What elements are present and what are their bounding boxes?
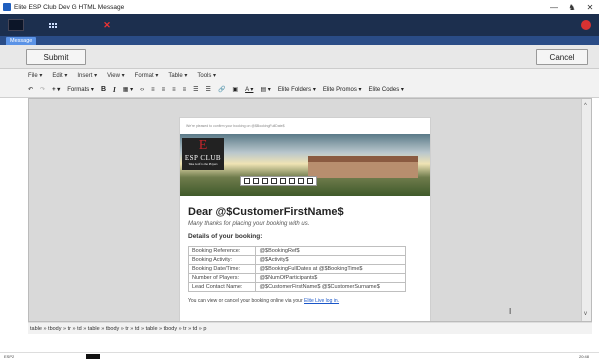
elite-folders-dropdown[interactable]: Elite Folders ▾ (278, 84, 316, 96)
footer-line[interactable]: You can view or cancel your booking onli… (188, 298, 422, 304)
table-row: Booking Date/Time: @$BookingFullDates at … (187, 264, 406, 274)
title-bar: Elite ESP Club Dev G HTML Message — ♞ ✕ (0, 0, 599, 14)
table-row: Lead Contact Name: @$CustomerFirstName$ @… (187, 282, 406, 292)
table-row: Number of Players: @$NumOfParticipants$ (187, 273, 406, 283)
table-row: Booking Activity: @$Activity$ (187, 255, 406, 265)
booking-value[interactable]: @$CustomerFirstName$ @$CustomerSurname$ (255, 282, 406, 292)
close-red-icon[interactable]: ✕ (100, 19, 114, 31)
insert-plus-icon[interactable]: + ▾ (52, 84, 60, 96)
booking-value[interactable]: @$BookingRef$ (255, 246, 406, 256)
image-align-left-icon[interactable] (244, 178, 250, 184)
menu-insert[interactable]: Insert ▾ (77, 72, 97, 79)
align-left-icon[interactable]: ≡ (151, 84, 155, 96)
badge-icon[interactable] (581, 20, 591, 30)
email-document: We're pleased to confirm your booking on… (179, 117, 431, 321)
taskbar: ESP2 20:48 (0, 352, 599, 359)
image-icon[interactable]: ▣ (232, 84, 238, 96)
bold-button[interactable]: B (101, 84, 106, 96)
tab-message[interactable]: Message (6, 37, 37, 45)
table-row: Booking Reference: @$BookingRef$ (187, 246, 406, 256)
menu-table[interactable]: Table ▾ (168, 72, 187, 79)
format-toolbar: ↶ ↷ + ▾ Formats ▾ B I ▦ ▾ ‹› ≡ ≡ ≡ ≡ ☰ ☰… (0, 82, 599, 98)
text-cursor-icon: I (509, 307, 512, 316)
submit-button[interactable]: Submit (26, 49, 86, 65)
image-rotate-icon[interactable] (280, 178, 286, 184)
editor-area[interactable]: We're pleased to confirm your booking on… (28, 98, 592, 322)
menu-tools[interactable]: Tools ▾ (197, 72, 216, 79)
app-toolbar: ✕ (0, 14, 599, 36)
email-body: Dear @$CustomerFirstName$ Many thanks fo… (180, 196, 430, 310)
code-icon[interactable]: ‹› (140, 84, 144, 96)
image-align-center-icon[interactable] (253, 178, 259, 184)
element-path: table » tbody » tr » td » table » tbody … (28, 322, 592, 334)
image-resize-icon[interactable] (307, 178, 313, 184)
align-justify-icon[interactable]: ≡ (183, 84, 187, 96)
editor-scrollbar[interactable]: ^ v (581, 99, 591, 321)
menu-edit[interactable]: Edit ▾ (52, 72, 67, 79)
align-center-icon[interactable]: ≡ (162, 84, 166, 96)
logo-letter: E (198, 138, 208, 153)
highlight-color-icon[interactable]: ▤ ▾ (260, 84, 270, 96)
logo-tagline: Take Golf to the Players (188, 162, 218, 166)
bullet-list-icon[interactable]: ☰ (193, 84, 198, 96)
taskbar-app-icon[interactable] (86, 353, 101, 359)
club-logo: E ESP CLUB Take Golf to the Players (182, 138, 224, 170)
booking-value[interactable]: @$BookingFullDates at @$BookingTime$ (255, 264, 406, 274)
booking-label[interactable]: Booking Activity: (187, 255, 257, 265)
booking-label[interactable]: Booking Reference: (187, 246, 257, 256)
italic-button[interactable]: I (113, 84, 116, 96)
elite-live-link[interactable]: Elite Live log in. (304, 298, 339, 304)
editor-menubar: File ▾ Edit ▾ Insert ▾ View ▾ Format ▾ T… (0, 69, 599, 82)
details-title[interactable]: Details of your booking: (188, 233, 422, 240)
email-top-note: We're pleased to confirm your booking on… (186, 124, 285, 128)
profile-icon[interactable]: ♞ (563, 0, 581, 14)
action-bar: Submit Cancel (0, 45, 599, 69)
table-icon[interactable]: ▦ ▾ (123, 84, 133, 96)
booking-table: Booking Reference: @$BookingRef$ Booking … (187, 246, 406, 292)
clubhouse-graphic (308, 156, 418, 178)
undo-icon[interactable]: ↶ (28, 84, 33, 96)
booking-label[interactable]: Number of Players: (187, 273, 257, 283)
elite-promos-dropdown[interactable]: Elite Promos ▾ (323, 84, 362, 96)
footer-text: You can view or cancel your booking onli… (188, 298, 304, 304)
greeting-heading[interactable]: Dear @$CustomerFirstName$ (188, 206, 422, 218)
numbered-list-icon[interactable]: ☰ (206, 84, 211, 96)
formats-dropdown[interactable]: Formats ▾ (67, 84, 94, 96)
thanks-line[interactable]: Many thanks for placing your booking wit… (188, 221, 422, 227)
image-toolbar (240, 176, 317, 186)
image-crop-icon[interactable] (298, 178, 304, 184)
minimize-button[interactable]: — (545, 0, 563, 14)
window-title: Elite ESP Club Dev G HTML Message (14, 3, 125, 11)
taskbar-clock: 20:48 (578, 353, 589, 359)
cancel-button[interactable]: Cancel (536, 49, 588, 65)
image-align-right-icon[interactable] (262, 178, 268, 184)
taskbar-left-label: ESP2 (4, 353, 15, 359)
scroll-down-icon[interactable]: v (584, 311, 587, 317)
menu-format[interactable]: Format ▾ (135, 72, 159, 79)
align-right-icon[interactable]: ≡ (172, 84, 176, 96)
hero-image[interactable]: E ESP CLUB Take Golf to the Players (180, 134, 430, 196)
elite-codes-dropdown[interactable]: Elite Codes ▾ (369, 84, 404, 96)
menu-file[interactable]: File ▾ (28, 72, 42, 79)
booking-value[interactable]: @$Activity$ (255, 255, 406, 265)
logo-name: ESP CLUB (184, 154, 222, 162)
booking-label[interactable]: Lead Contact Name: (187, 282, 257, 292)
booking-value[interactable]: @$NumOfParticipants$ (255, 273, 406, 283)
image-flip-icon[interactable] (289, 178, 295, 184)
link-icon[interactable]: 🔗 (218, 84, 225, 96)
close-button[interactable]: ✕ (581, 0, 599, 14)
menu-view[interactable]: View ▾ (107, 72, 125, 79)
image-edit-icon[interactable] (271, 178, 277, 184)
document-tabs: Message (0, 36, 599, 45)
booking-label[interactable]: Booking Date/Time: (187, 264, 257, 274)
scroll-up-icon[interactable]: ^ (584, 103, 587, 109)
text-color-icon[interactable]: A ▾ (245, 84, 253, 96)
apps-grid-icon[interactable] (46, 19, 60, 31)
redo-icon[interactable]: ↷ (40, 84, 45, 96)
app-icon (3, 3, 11, 11)
window-controls: — ♞ ✕ (545, 0, 599, 14)
screen-icon[interactable] (8, 19, 24, 31)
